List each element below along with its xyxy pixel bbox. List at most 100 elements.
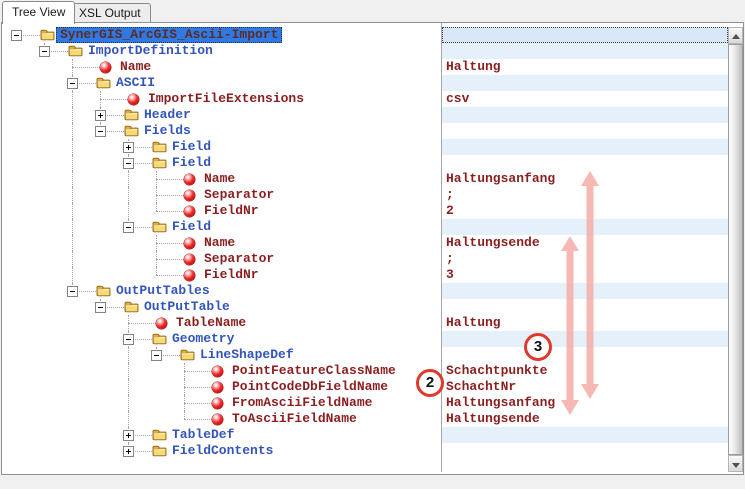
- tree-row[interactable]: PointFeatureClassName: [2, 363, 441, 379]
- value-cell-empty[interactable]: [442, 27, 728, 43]
- expand-toggle-minus[interactable]: [123, 158, 134, 169]
- tree-node-label[interactable]: Geometry: [172, 332, 234, 346]
- tree-row[interactable]: FromAsciiFieldName: [2, 395, 441, 411]
- tree-row[interactable]: ASCII: [2, 75, 441, 91]
- value-cell-empty[interactable]: [442, 427, 728, 443]
- value-cell[interactable]: Schachtpunkte: [442, 363, 728, 379]
- tree-node-label[interactable]: ImportDefinition: [88, 44, 213, 58]
- value-cell-empty[interactable]: [442, 331, 728, 347]
- tree-row[interactable]: TableName: [2, 315, 441, 331]
- tree-row[interactable]: LineShapeDef: [2, 347, 441, 363]
- value-cell[interactable]: csv: [442, 91, 728, 107]
- tree-node-label[interactable]: OutPutTables: [116, 284, 210, 298]
- value-cell-empty[interactable]: [442, 139, 728, 155]
- tree-row[interactable]: OutPutTable: [2, 299, 441, 315]
- tree-row[interactable]: Fields: [2, 123, 441, 139]
- tree-node-label[interactable]: Name: [120, 60, 151, 74]
- expand-toggle-minus[interactable]: [123, 334, 134, 345]
- tree-row[interactable]: Field: [2, 155, 441, 171]
- tree-node-label[interactable]: FieldContents: [172, 444, 273, 458]
- tree-node-label[interactable]: Name: [204, 236, 235, 250]
- expand-toggle-minus[interactable]: [151, 350, 162, 361]
- value-cell-empty[interactable]: [442, 123, 728, 139]
- vertical-scrollbar[interactable]: [728, 27, 743, 472]
- tree-row[interactable]: Name: [2, 235, 441, 251]
- value-cell[interactable]: Haltungsanfang: [442, 171, 728, 187]
- expand-toggle-plus[interactable]: [123, 446, 134, 457]
- scroll-up-button[interactable]: [728, 27, 743, 44]
- expand-toggle-minus[interactable]: [11, 30, 22, 41]
- tree-node-label[interactable]: FromAsciiFieldName: [232, 396, 372, 410]
- tree-row[interactable]: PointCodeDbFieldName: [2, 379, 441, 395]
- tree-node-label[interactable]: Separator: [204, 188, 274, 202]
- tree-node-label[interactable]: Header: [144, 108, 191, 122]
- expand-toggle-plus[interactable]: [123, 430, 134, 441]
- expand-toggle-minus[interactable]: [39, 46, 50, 57]
- expand-toggle-minus[interactable]: [95, 126, 106, 137]
- tree-row[interactable]: FieldNr: [2, 203, 441, 219]
- tree-node-label[interactable]: PointFeatureClassName: [232, 364, 396, 378]
- tree-node-label[interactable]: Separator: [204, 252, 274, 266]
- tree-node-label[interactable]: ToAsciiFieldName: [232, 412, 357, 426]
- tree-row[interactable]: Field: [2, 219, 441, 235]
- expand-toggle-plus[interactable]: [123, 142, 134, 153]
- value-cell-empty[interactable]: [442, 219, 728, 235]
- tree-node-label[interactable]: Field: [172, 220, 211, 234]
- value-cell[interactable]: SchachtNr: [442, 379, 728, 395]
- expand-toggle-minus[interactable]: [123, 222, 134, 233]
- value-cell[interactable]: 2: [442, 203, 728, 219]
- tree-row[interactable]: TableDef: [2, 427, 441, 443]
- tab-tree-view[interactable]: Tree View: [2, 1, 76, 24]
- value-cell-empty[interactable]: [442, 43, 728, 59]
- value-cell[interactable]: Haltungsende: [442, 235, 728, 251]
- value-cell-empty[interactable]: [442, 283, 728, 299]
- tree-row[interactable]: Name: [2, 59, 441, 75]
- tree-node-label[interactable]: Fields: [144, 124, 191, 138]
- tree-node-label[interactable]: Field: [172, 140, 211, 154]
- tree-row[interactable]: Field: [2, 139, 441, 155]
- value-cell-empty[interactable]: [442, 443, 728, 459]
- tree-node-label[interactable]: ASCII: [116, 76, 155, 90]
- value-cell[interactable]: Haltungsanfang: [442, 395, 728, 411]
- tree-node-label[interactable]: FieldNr: [204, 268, 259, 282]
- value-cell-empty[interactable]: [442, 155, 728, 171]
- tree-node-label[interactable]: Name: [204, 172, 235, 186]
- expand-toggle-minus[interactable]: [67, 286, 78, 297]
- expand-toggle-minus[interactable]: [95, 302, 106, 313]
- tree-row[interactable]: FieldContents: [2, 443, 441, 459]
- tree-row[interactable]: OutPutTables: [2, 283, 441, 299]
- value-cell-empty[interactable]: [442, 299, 728, 315]
- tree-node-label[interactable]: OutPutTable: [144, 300, 230, 314]
- tree-row[interactable]: Name: [2, 171, 441, 187]
- tree-node-label[interactable]: SynerGIS_ArcGIS_Ascii-Import: [56, 27, 283, 43]
- value-cell[interactable]: Haltung: [442, 315, 728, 331]
- tree-node-label[interactable]: TableName: [176, 316, 246, 330]
- tree-row[interactable]: ToAsciiFieldName: [2, 411, 441, 427]
- value-cell-empty[interactable]: [442, 75, 728, 91]
- value-cell[interactable]: Haltungsende: [442, 411, 728, 427]
- tree-row[interactable]: FieldNr: [2, 267, 441, 283]
- tree-node-label[interactable]: Field: [172, 156, 211, 170]
- tree-row[interactable]: ImportFileExtensions: [2, 91, 441, 107]
- scroll-down-button[interactable]: [728, 455, 743, 472]
- expand-toggle-minus[interactable]: [67, 78, 78, 89]
- value-cell[interactable]: Haltung: [442, 59, 728, 75]
- tree-row[interactable]: Header: [2, 107, 441, 123]
- tree-node-label[interactable]: LineShapeDef: [200, 348, 294, 362]
- value-cell-empty[interactable]: [442, 107, 728, 123]
- tab-xsl-output[interactable]: XSL Output: [69, 3, 151, 23]
- tree-node-label[interactable]: ImportFileExtensions: [148, 92, 304, 106]
- tree-row[interactable]: SynerGIS_ArcGIS_Ascii-Import: [2, 27, 441, 43]
- value-cell[interactable]: 3: [442, 267, 728, 283]
- tree-row[interactable]: Geometry: [2, 331, 441, 347]
- value-cell[interactable]: ;: [442, 251, 728, 267]
- tree-node-label[interactable]: TableDef: [172, 428, 234, 442]
- tree-row[interactable]: Separator: [2, 251, 441, 267]
- value-cell[interactable]: ;: [442, 187, 728, 203]
- value-cell-empty[interactable]: [442, 347, 728, 363]
- expand-toggle-plus[interactable]: [95, 110, 106, 121]
- tree-row[interactable]: Separator: [2, 187, 441, 203]
- tree-node-label[interactable]: FieldNr: [204, 204, 259, 218]
- tree-row[interactable]: ImportDefinition: [2, 43, 441, 59]
- scrollbar-thumb[interactable]: [728, 44, 743, 455]
